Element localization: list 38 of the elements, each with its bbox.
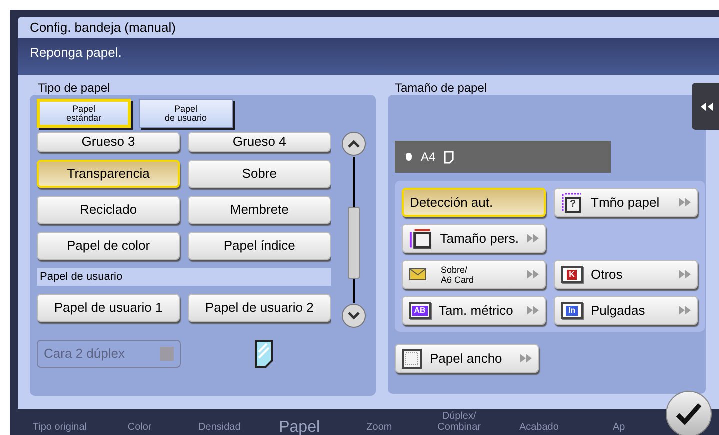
paper-type-button[interactable]: Papel de usuario 1: [37, 294, 180, 322]
size-badge-icon: K: [561, 266, 583, 283]
list-section-header: Papel de usuario: [37, 268, 332, 286]
duplex-checkbox: Cara 2 dúplex: [37, 340, 181, 368]
paper-type-button[interactable]: Papel de color: [37, 232, 180, 260]
current-size: A4: [421, 149, 436, 166]
section-heading: Tipo de papel: [37, 81, 110, 95]
function-tab[interactable]: Densidad: [180, 422, 260, 435]
paper-type-button[interactable]: Sobre: [188, 160, 332, 188]
paper-type-button[interactable]: Grueso 4: [188, 132, 332, 152]
paper-type-button[interactable]: Membrete: [188, 196, 332, 224]
function-tab[interactable]: Tipo original: [20, 422, 100, 435]
paper-type-button[interactable]: Papel de usuario 2: [188, 294, 332, 322]
dialog-title: Config. bandeja (manual): [29, 19, 177, 37]
function-tab[interactable]: Color: [100, 422, 180, 435]
paper-type-button[interactable]: Transparencia: [37, 160, 180, 188]
paper-size-button[interactable]: Tamaño pers.: [402, 224, 546, 253]
paper-size-button[interactable]: In Pulgadas: [554, 296, 698, 325]
size-badge-icon: In: [561, 302, 583, 319]
function-tab[interactable]: Zoom: [340, 422, 420, 435]
status-message: Reponga papel.: [30, 45, 122, 60]
section-heading: Tamaño de papel: [394, 81, 488, 95]
size-badge-icon: AB: [409, 302, 431, 319]
paper-category-tab[interactable]: Papel estándar: [37, 99, 131, 128]
function-tab[interactable]: Dúplex/ Combinar: [419, 411, 500, 435]
paper-size-button[interactable]: Detección aut.: [402, 188, 546, 217]
paper-size-button[interactable]: Papel ancho: [395, 344, 539, 373]
paper-type-button[interactable]: Reciclado: [37, 196, 180, 224]
function-tab[interactable]: Ap: [579, 422, 659, 435]
paper-size-button[interactable]: Sobre/ A6 Card: [402, 260, 546, 289]
function-tab[interactable]: Papel: [260, 422, 340, 435]
paper-size-button[interactable]: ? Tmño papel: [554, 188, 698, 217]
paper-category-tab[interactable]: Papel de usuario: [139, 99, 233, 128]
paper-size-button[interactable]: AB Tam. métrico: [402, 296, 546, 325]
paper-type-button[interactable]: Grueso 3: [37, 132, 180, 152]
paper-size-button[interactable]: K Otros: [554, 260, 698, 289]
paper-type-button[interactable]: Papel índice: [188, 232, 332, 260]
function-tab[interactable]: Acabado: [499, 422, 580, 435]
